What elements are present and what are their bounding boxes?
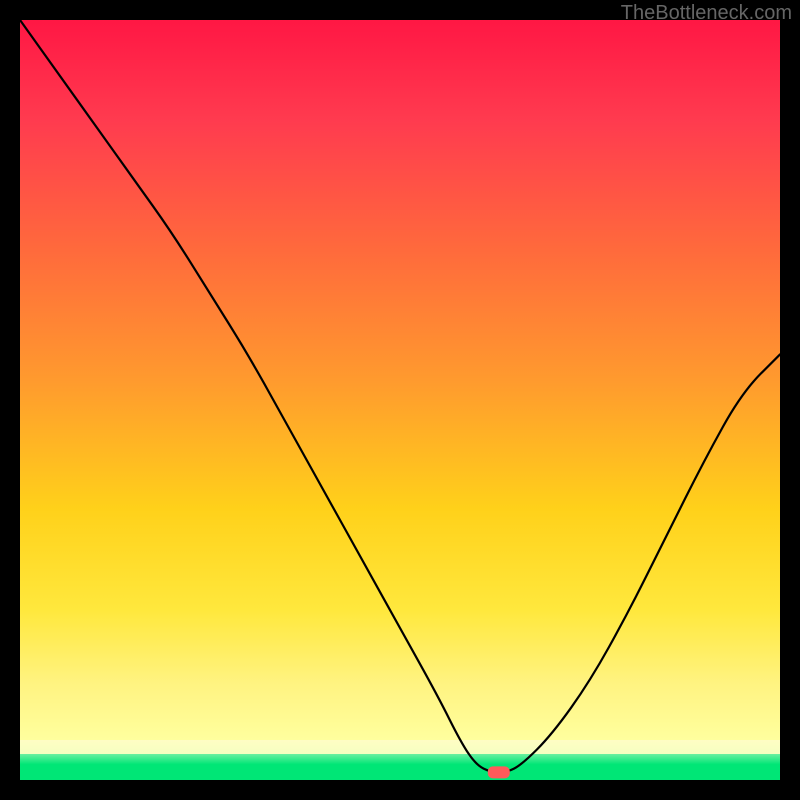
plot-area [20,20,780,780]
chart-wrapper: TheBottleneck.com [0,0,800,800]
optimum-marker-icon [488,766,510,778]
watermark-label: TheBottleneck.com [621,2,792,25]
curve-svg [20,20,780,780]
bottleneck-curve [20,20,780,772]
